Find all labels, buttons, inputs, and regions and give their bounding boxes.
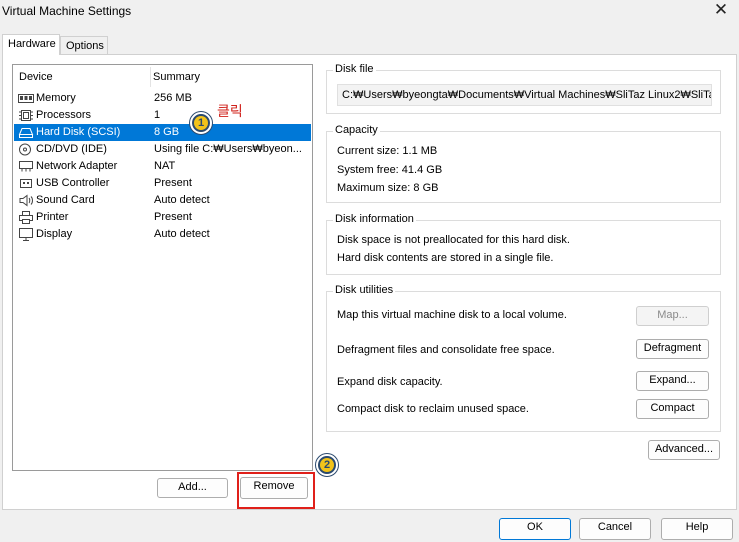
disk-utilities-group: Disk utilities Map this virtual machine … <box>326 284 721 432</box>
disk-file-group: Disk file C:₩Users₩byeongta₩Documents₩Vi… <box>326 63 721 114</box>
device-summary: Using file C:₩Users₩byeon... <box>154 143 302 155</box>
device-name: Memory <box>36 92 76 104</box>
step-2-badge: 2 <box>316 454 338 476</box>
cd-dvd-icon <box>19 143 31 156</box>
expand-description: Expand disk capacity. <box>337 376 443 388</box>
disk-utilities-label: Disk utilities <box>333 284 396 296</box>
title-bar: Virtual Machine Settings ✕ <box>0 0 739 26</box>
system-free-text: System free: 41.4 GB <box>337 164 443 176</box>
device-row-printer[interactable]: Printer Present <box>14 209 311 226</box>
device-row-network-adapter[interactable]: Network Adapter NAT <box>14 158 311 175</box>
usb-icon <box>20 179 32 188</box>
capacity-group: Capacity Current size: 1.1 MB System fre… <box>326 124 721 203</box>
device-column-header[interactable]: Device <box>19 71 53 83</box>
device-row-processors[interactable]: Processors 1 <box>14 107 311 124</box>
device-name: Printer <box>36 211 69 223</box>
device-name: Network Adapter <box>36 160 118 172</box>
device-summary: 8 GB <box>154 126 180 138</box>
tab-options[interactable]: Options <box>60 36 108 55</box>
device-summary: Auto detect <box>154 228 210 240</box>
device-row-display[interactable]: Display Auto detect <box>14 226 311 243</box>
expand-button[interactable]: Expand... <box>636 371 709 391</box>
device-summary: Present <box>154 177 192 189</box>
advanced-button[interactable]: Advanced... <box>648 440 720 460</box>
close-icon[interactable]: ✕ <box>711 1 731 21</box>
device-name: CD/DVD (IDE) <box>36 143 107 155</box>
disk-file-label: Disk file <box>333 63 376 75</box>
device-name: USB Controller <box>36 177 110 189</box>
device-name: Hard Disk (SCSI) <box>36 126 121 138</box>
column-divider[interactable] <box>150 67 151 87</box>
printer-icon <box>19 211 33 224</box>
add-button[interactable]: Add... <box>157 478 228 498</box>
step-2-number: 2 <box>320 458 334 472</box>
compact-button[interactable]: Compact <box>636 399 709 419</box>
device-summary: NAT <box>154 160 176 172</box>
click-annotation-text: 클릭 <box>217 104 243 120</box>
defragment-description: Defragment files and consolidate free sp… <box>337 344 555 356</box>
compact-description: Compact disk to reclaim unused space. <box>337 403 529 415</box>
window-title: Virtual Machine Settings <box>2 4 132 18</box>
map-description: Map this virtual machine disk to a local… <box>337 309 567 321</box>
monitor-icon <box>19 228 33 241</box>
hard-disk-icon <box>18 128 34 138</box>
step-1-number: 1 <box>194 116 208 130</box>
disk-information-group: Disk information Disk space is not preal… <box>326 213 721 275</box>
device-summary: Present <box>154 211 192 223</box>
device-name: Display <box>36 228 73 240</box>
disk-information-label: Disk information <box>333 213 416 225</box>
disk-file-path[interactable]: C:₩Users₩byeongta₩Documents₩Virtual Mach… <box>337 84 712 106</box>
summary-column-header[interactable]: Summary <box>153 71 200 83</box>
memory-icon <box>18 94 34 103</box>
device-row-usb-controller[interactable]: USB Controller Present <box>14 175 311 192</box>
maximum-size-text: Maximum size: 8 GB <box>337 182 439 194</box>
tab-hardware[interactable]: Hardware <box>2 34 60 55</box>
device-row-cd-dvd[interactable]: CD/DVD (IDE) Using file C:₩Users₩byeon..… <box>14 141 311 158</box>
ok-button[interactable]: OK <box>499 518 571 540</box>
defragment-button[interactable]: Defragment <box>636 339 709 359</box>
device-list[interactable]: Device Summary Memory 256 MB Processors … <box>12 64 313 471</box>
network-adapter-icon <box>19 161 33 172</box>
step-1-badge: 1 <box>190 112 212 134</box>
device-summary: Auto detect <box>154 194 210 206</box>
capacity-label: Capacity <box>333 124 380 136</box>
device-row-sound-card[interactable]: Sound Card Auto detect <box>14 192 311 209</box>
processor-icon <box>19 110 33 121</box>
help-button[interactable]: Help <box>661 518 733 540</box>
cancel-button[interactable]: Cancel <box>579 518 651 540</box>
speaker-icon <box>19 194 33 207</box>
preallocation-text: Disk space is not preallocated for this … <box>337 234 570 246</box>
map-button[interactable]: Map... <box>636 306 709 326</box>
device-name: Processors <box>36 109 92 121</box>
device-row-hard-disk[interactable]: Hard Disk (SCSI) 8 GB <box>14 124 311 141</box>
current-size-text: Current size: 1.1 MB <box>337 145 438 157</box>
device-row-memory[interactable]: Memory 256 MB <box>14 90 311 107</box>
storage-text: Hard disk contents are stored in a singl… <box>337 252 554 264</box>
device-name: Sound Card <box>36 194 95 206</box>
remove-highlight-frame <box>237 472 315 509</box>
